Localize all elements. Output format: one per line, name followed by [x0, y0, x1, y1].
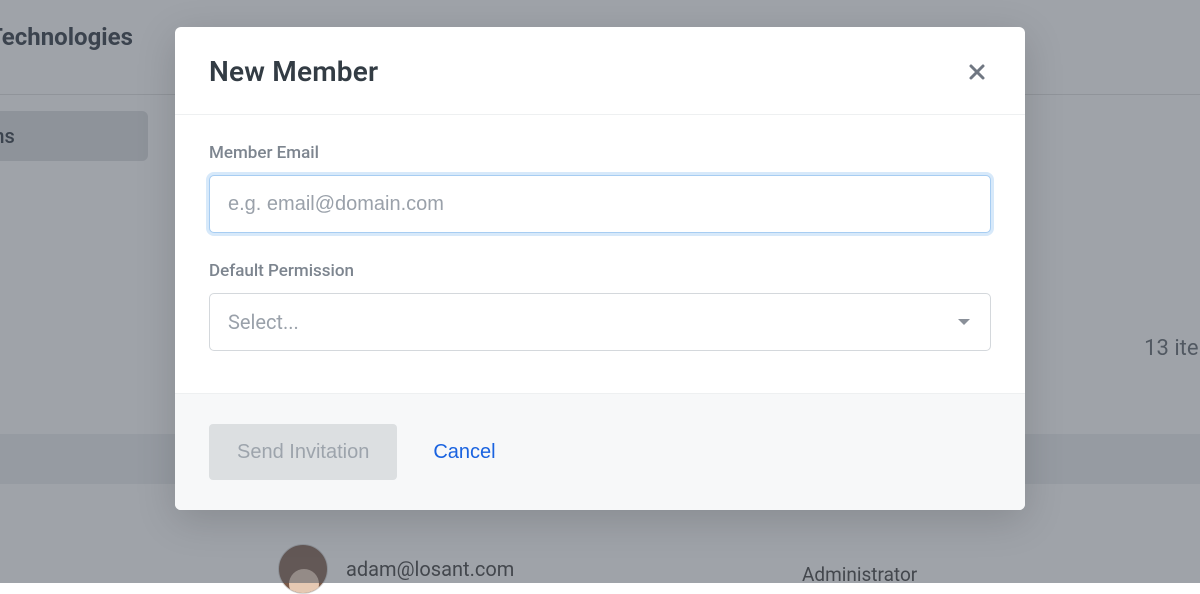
- send-invitation-button[interactable]: Send Invitation: [209, 424, 397, 480]
- cancel-button[interactable]: Cancel: [433, 441, 495, 464]
- modal-footer: Send Invitation Cancel: [175, 393, 1025, 510]
- close-button[interactable]: [963, 58, 991, 86]
- modal-body: Member Email Default Permission Select..…: [175, 115, 1025, 393]
- new-member-modal: New Member Member Email Default Permissi…: [175, 27, 1025, 510]
- permission-label: Default Permission: [209, 261, 991, 281]
- member-email-input[interactable]: [209, 175, 991, 233]
- modal-overlay[interactable]: New Member Member Email Default Permissi…: [0, 0, 1200, 583]
- permission-form-group: Default Permission Select...: [209, 261, 991, 351]
- permission-select-placeholder: Select...: [228, 310, 299, 334]
- close-icon: [968, 63, 986, 81]
- email-form-group: Member Email: [209, 143, 991, 233]
- modal-header: New Member: [175, 27, 1025, 115]
- modal-title: New Member: [209, 55, 378, 88]
- permission-select[interactable]: Select...: [209, 293, 991, 351]
- email-label: Member Email: [209, 143, 991, 163]
- chevron-down-icon: [958, 319, 970, 325]
